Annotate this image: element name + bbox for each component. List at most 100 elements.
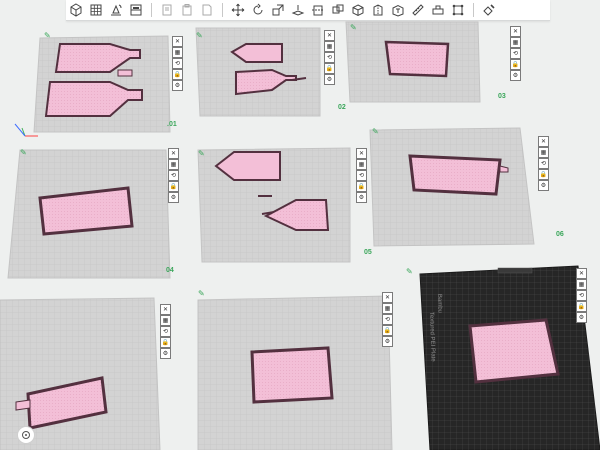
plate-3[interactable]: 03 (345, 21, 506, 103)
plate-number: 03 (498, 93, 506, 100)
plate-arrange-button[interactable]: ▦ (172, 47, 183, 58)
plate-close-button[interactable]: ✕ (510, 26, 521, 37)
plate-lock-button[interactable]: 🔒 (510, 59, 521, 70)
plate-settings-button[interactable]: ⚙ (172, 80, 183, 91)
close-icon: ✕ (384, 294, 391, 301)
plate-lock-button[interactable]: 🔒 (172, 69, 183, 80)
plate-lock-button[interactable]: 🔒 (576, 301, 587, 312)
pencil-icon[interactable]: ✎ (198, 149, 205, 158)
lock-icon: 🔒 (173, 71, 182, 78)
lock-icon: 🔒 (511, 61, 520, 68)
plate-lock-button[interactable]: 🔒 (160, 337, 171, 348)
plate-lock-button[interactable]: 🔒 (356, 181, 367, 192)
plate-orient-button[interactable]: ⟲ (510, 48, 521, 59)
plate-6[interactable]: 06 (369, 127, 564, 247)
close-icon: ✕ (170, 150, 177, 157)
plate-5[interactable]: 05 (197, 147, 372, 263)
plate-close-button[interactable]: ✕ (324, 30, 335, 41)
pencil-icon[interactable]: ✎ (406, 267, 413, 276)
orient-icon: ⟲ (326, 54, 333, 61)
view-nav-button[interactable] (17, 426, 35, 444)
plate-lock-button[interactable]: 🔒 (168, 181, 179, 192)
plate-arrange-button[interactable]: ▦ (576, 279, 587, 290)
plate-lock-button[interactable]: 🔒 (324, 63, 335, 74)
orient-icon: ⟲ (384, 316, 391, 323)
lock-icon: 🔒 (383, 327, 392, 334)
close-icon: ✕ (578, 270, 585, 277)
plate-number: 05 (364, 249, 372, 256)
plate-settings-button[interactable]: ⚙ (510, 70, 521, 81)
arrange-icon: ▦ (358, 161, 365, 168)
plate-9-textured-pei[interactable]: Bambu Textured PEI Plate (419, 265, 600, 450)
settings-icon: ⚙ (326, 76, 333, 83)
plate-settings-button[interactable]: ⚙ (576, 312, 587, 323)
arrange-icon: ▦ (162, 317, 169, 324)
pencil-icon[interactable]: ✎ (372, 127, 379, 136)
close-icon: ✕ (174, 38, 181, 45)
close-icon: ✕ (326, 32, 333, 39)
plate-close-button[interactable]: ✕ (160, 304, 171, 315)
orient-icon: ⟲ (540, 160, 547, 167)
plate-orient-button[interactable]: ⟲ (160, 326, 171, 337)
lock-icon: 🔒 (539, 171, 548, 178)
plate-settings-button[interactable]: ⚙ (160, 348, 171, 359)
model-connector[interactable] (15, 399, 31, 411)
plate-settings-button[interactable]: ⚙ (356, 192, 367, 203)
pencil-icon[interactable]: ✎ (196, 31, 203, 40)
arrange-icon: ▦ (512, 39, 519, 46)
lock-icon: 🔒 (169, 183, 178, 190)
arrange-icon: ▦ (170, 161, 177, 168)
plate-lock-button[interactable]: 🔒 (538, 169, 549, 180)
model-tray[interactable] (384, 40, 450, 78)
settings-icon: ⚙ (174, 82, 181, 89)
model-connector[interactable] (117, 69, 133, 77)
plate-settings-button[interactable]: ⚙ (168, 192, 179, 203)
plate-orient-button[interactable]: ⟲ (382, 314, 393, 325)
plate-settings-button[interactable]: ⚙ (538, 180, 549, 191)
plate-orient-button[interactable]: ⟲ (324, 52, 335, 63)
plate-orient-button[interactable]: ⟲ (538, 158, 549, 169)
settings-icon: ⚙ (384, 338, 391, 345)
plate-orient-button[interactable]: ⟲ (356, 170, 367, 181)
model-tray[interactable] (468, 318, 560, 384)
compass-icon (22, 431, 30, 439)
plate-settings-button[interactable]: ⚙ (382, 336, 393, 347)
plate-close-button[interactable]: ✕ (168, 148, 179, 159)
arrange-icon: ▦ (384, 305, 391, 312)
plate-arrange-button[interactable]: ▦ (382, 303, 393, 314)
close-icon: ✕ (512, 28, 519, 35)
pencil-icon[interactable]: ✎ (198, 289, 205, 298)
plate-arrange-button[interactable]: ▦ (160, 315, 171, 326)
pencil-icon[interactable]: ✎ (20, 148, 27, 157)
lock-icon: 🔒 (325, 65, 334, 72)
plate-lock-button[interactable]: 🔒 (382, 325, 393, 336)
plate-close-button[interactable]: ✕ (538, 136, 549, 147)
orient-icon: ⟲ (170, 172, 177, 179)
plate-1[interactable]: .01 (14, 35, 177, 137)
plate-close-button[interactable]: ✕ (382, 292, 393, 303)
pencil-icon[interactable]: ✎ (44, 31, 51, 40)
plate-close-button[interactable]: ✕ (576, 268, 587, 279)
plate-arrange-button[interactable]: ▦ (324, 41, 335, 52)
plate-number: 06 (556, 231, 564, 238)
plate-orient-button[interactable]: ⟲ (576, 290, 587, 301)
plate-arrange-button[interactable]: ▦ (510, 37, 521, 48)
plate-arrange-button[interactable]: ▦ (168, 159, 179, 170)
plate-close-button[interactable]: ✕ (356, 148, 367, 159)
plate-orient-button[interactable]: ⟲ (172, 58, 183, 69)
plate-arrange-button[interactable]: ▦ (356, 159, 367, 170)
plate-8[interactable] (197, 295, 393, 450)
close-icon: ✕ (162, 306, 169, 313)
pencil-icon[interactable]: ✎ (350, 23, 357, 32)
plate-4[interactable]: 04 (7, 149, 174, 279)
plate-brand-text: Bambu (436, 294, 443, 313)
plate-settings-button[interactable]: ⚙ (324, 74, 335, 85)
orient-icon: ⟲ (174, 60, 181, 67)
model-tray[interactable] (250, 346, 334, 404)
close-icon: ✕ (358, 150, 365, 157)
plate-arrange-button[interactable]: ▦ (538, 147, 549, 158)
model-tray[interactable] (408, 154, 502, 196)
plate-close-button[interactable]: ✕ (172, 36, 183, 47)
plate-orient-button[interactable]: ⟲ (168, 170, 179, 181)
lock-icon: 🔒 (161, 339, 170, 346)
